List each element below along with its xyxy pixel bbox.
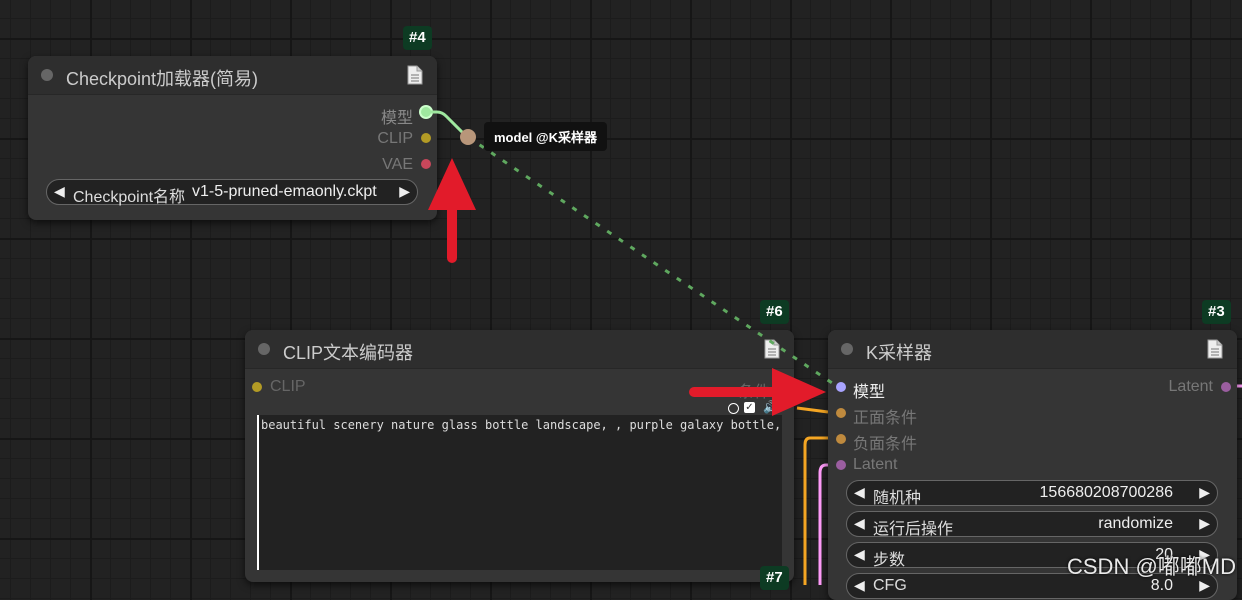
link-model-dashed (467, 135, 839, 389)
red-arrow-up-head (428, 158, 476, 210)
link-tooltip: model @K采样器 (484, 122, 607, 151)
watermark: CSDN @嘟嘟MD (1067, 554, 1236, 579)
annotation-layer (426, 110, 839, 416)
link-drag-handle[interactable] (460, 129, 476, 145)
link-model-solid (426, 110, 468, 138)
